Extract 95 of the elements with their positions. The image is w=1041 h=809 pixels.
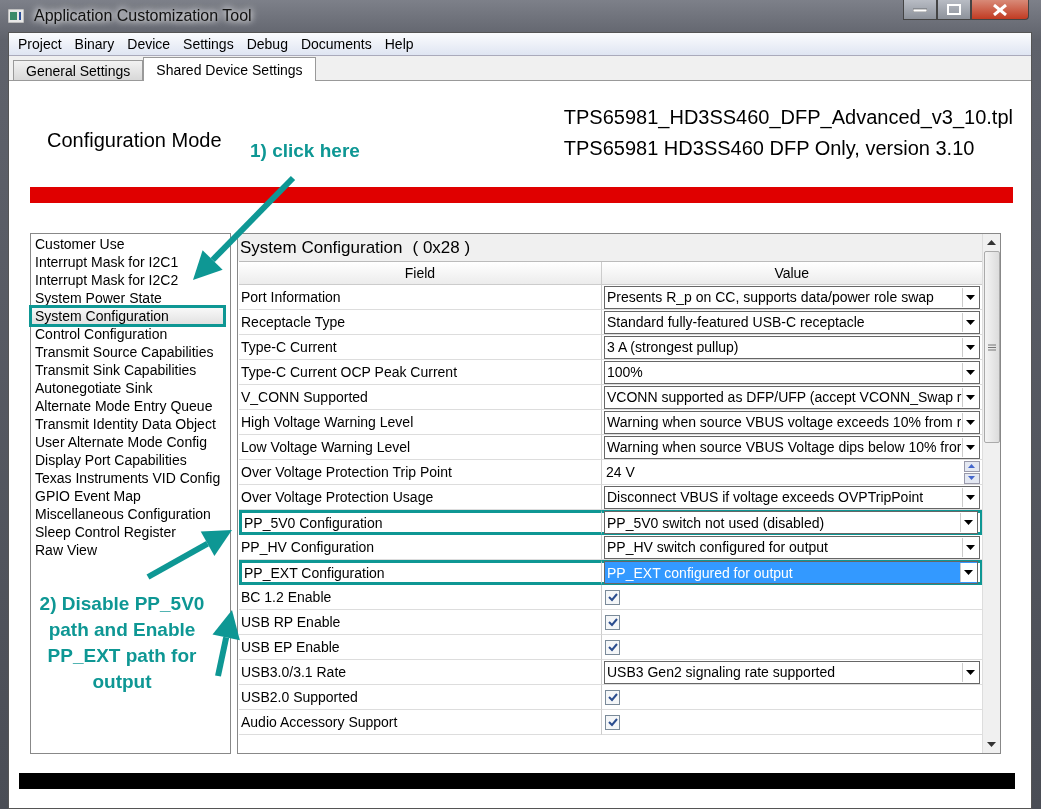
caret-icon [966, 344, 976, 350]
caret-icon [966, 544, 976, 550]
field-cell: High Voltage Warning Level [239, 410, 602, 435]
caret-icon [966, 394, 976, 400]
configuration-mode-label: Configuration Mode [47, 128, 222, 152]
menu-item[interactable]: Settings [178, 36, 242, 52]
field-cell: PP_5V0 Configuration [239, 510, 602, 535]
value-dropdown[interactable]: USB3 Gen2 signaling rate supported [604, 660, 980, 684]
tab[interactable]: Shared Device Settings [143, 57, 316, 81]
caret-icon [966, 669, 976, 675]
field-cell: Type-C Current OCP Peak Current [239, 360, 602, 385]
field-cell: V_CONN Supported [239, 385, 602, 410]
register-address: ( 0x28 ) [412, 237, 471, 258]
maximize-button[interactable] [937, 0, 971, 20]
menu-item[interactable]: Project [13, 36, 70, 52]
field-cell: USB3.0/3.1 Rate [239, 660, 602, 685]
sidebar-item[interactable]: Alternate Mode Entry Queue [31, 397, 230, 415]
field-cell: Receptacle Type [239, 310, 602, 335]
field-cell: USB EP Enable [239, 635, 602, 660]
down-icon [968, 476, 976, 480]
checkbox[interactable] [605, 714, 620, 730]
field-cell: Over Voltage Protection Trip Point [239, 460, 602, 485]
value-dropdown[interactable]: Disconnect VBUS if voltage exceeds OVPTripPoint [604, 485, 980, 509]
annotation-arrow [212, 610, 240, 677]
maximize-icon [947, 4, 961, 15]
value-spinner[interactable]: 24 V [604, 460, 980, 484]
window-title: Application Customization Tool [34, 7, 252, 25]
sidebar-item[interactable]: Control Configuration [31, 325, 230, 343]
caret-icon [966, 319, 976, 325]
value-dropdown[interactable]: Standard fully-featured USB-C receptacle [604, 310, 980, 334]
minimize-button[interactable] [903, 0, 937, 20]
scroll-up-icon[interactable] [987, 240, 996, 245]
sidebar-item[interactable]: Display Port Capabilities [31, 451, 230, 469]
sidebar-item[interactable]: Sleep Control Register [31, 523, 230, 541]
field-cell: BC 1.2 Enable [239, 585, 602, 610]
value-dropdown[interactable]: Warning when source VBUS Voltage dips below 10% fror [604, 435, 980, 459]
checkbox[interactable] [605, 689, 620, 705]
close-button[interactable] [971, 0, 1029, 20]
device-description: TPS65981 HD3SS460 DFP Only, version 3.10 [563, 137, 976, 160]
value-dropdown[interactable]: Presents R_p on CC, supports data/power role swap [604, 285, 980, 309]
checkbox[interactable] [605, 614, 620, 630]
menu-item[interactable]: Debug [241, 36, 296, 52]
sidebar-item[interactable]: Transmit Identity Data Object [31, 415, 230, 433]
sidebar-item[interactable]: Interrupt Mask for I2C2 [31, 271, 230, 289]
value-dropdown[interactable]: VCONN supported as DFP/UFP (accept VCONN_Swap r [604, 385, 980, 409]
field-cell: Port Information [239, 285, 602, 310]
menu-item[interactable]: Device [122, 36, 179, 52]
menu-item[interactable]: Binary [69, 36, 123, 52]
app-icon [8, 9, 24, 23]
field-cell: USB2.0 Supported [239, 685, 602, 710]
caret-icon [966, 494, 976, 500]
field-cell: Over Voltage Protection Usage [239, 485, 602, 510]
caret-icon [966, 444, 976, 450]
sidebar-item[interactable]: System Configuration [31, 307, 224, 325]
value-dropdown[interactable]: Warning when source VBUS voltage exceeds 10% from r [604, 410, 980, 434]
file-name: TPS65981_HD3SS460_DFP_Advanced_v3_10.tpl [563, 106, 1013, 129]
scroll-thumb[interactable] [983, 251, 1000, 443]
value-dropdown[interactable]: PP_5V0 switch not used (disabled) [604, 511, 978, 534]
sidebar-item[interactable]: User Alternate Mode Config [31, 433, 230, 451]
menu-item[interactable]: Help [379, 36, 422, 52]
caret-icon [966, 369, 976, 375]
sidebar-item[interactable]: Autonegotiate Sink [31, 379, 230, 397]
caret-icon [966, 419, 976, 425]
checkbox[interactable] [605, 639, 620, 655]
up-icon [968, 464, 976, 468]
sidebar-item[interactable]: Interrupt Mask for I2C1 [31, 253, 230, 271]
field-cell: Type-C Current [239, 335, 602, 360]
minimize-icon [913, 7, 927, 12]
sidebar-item[interactable]: GPIO Event Map [31, 487, 230, 505]
menu-item[interactable]: Documents [295, 36, 380, 52]
caret-icon [964, 570, 974, 575]
field-cell: PP_EXT Configuration [239, 560, 602, 585]
sidebar-item[interactable]: Customer Use [31, 235, 230, 253]
value-dropdown[interactable]: 3 A (strongest pullup) [604, 335, 980, 359]
value-dropdown[interactable]: 100% [604, 360, 980, 384]
value-dropdown[interactable]: PP_HV switch configured for output [604, 535, 980, 559]
field-cell: USB RP Enable [239, 610, 602, 635]
checkbox[interactable] [605, 589, 620, 605]
caret-icon [964, 520, 974, 525]
scrollbar[interactable] [982, 234, 1000, 753]
sidebar-item[interactable]: Texas Instruments VID Config [31, 469, 230, 487]
column-header: Field [239, 262, 602, 285]
sidebar-item[interactable]: System Power State [31, 289, 230, 307]
field-cell: Audio Accessory Support [239, 710, 602, 735]
sidebar-item[interactable]: Transmit Sink Capabilities [31, 361, 230, 379]
sidebar-item[interactable]: Transmit Source Capabilities [31, 343, 230, 361]
sidebar-item[interactable]: Miscellaneous Configuration [31, 505, 230, 523]
panel-title: System Configuration [240, 237, 403, 258]
close-icon [993, 3, 1007, 16]
sidebar-item[interactable]: Raw View [31, 541, 230, 559]
scroll-down-icon[interactable] [987, 742, 996, 747]
caret-icon [966, 294, 976, 300]
tab[interactable]: General Settings [13, 60, 144, 80]
field-cell: Low Voltage Warning Level [239, 435, 602, 460]
field-cell: PP_HV Configuration [239, 535, 602, 560]
